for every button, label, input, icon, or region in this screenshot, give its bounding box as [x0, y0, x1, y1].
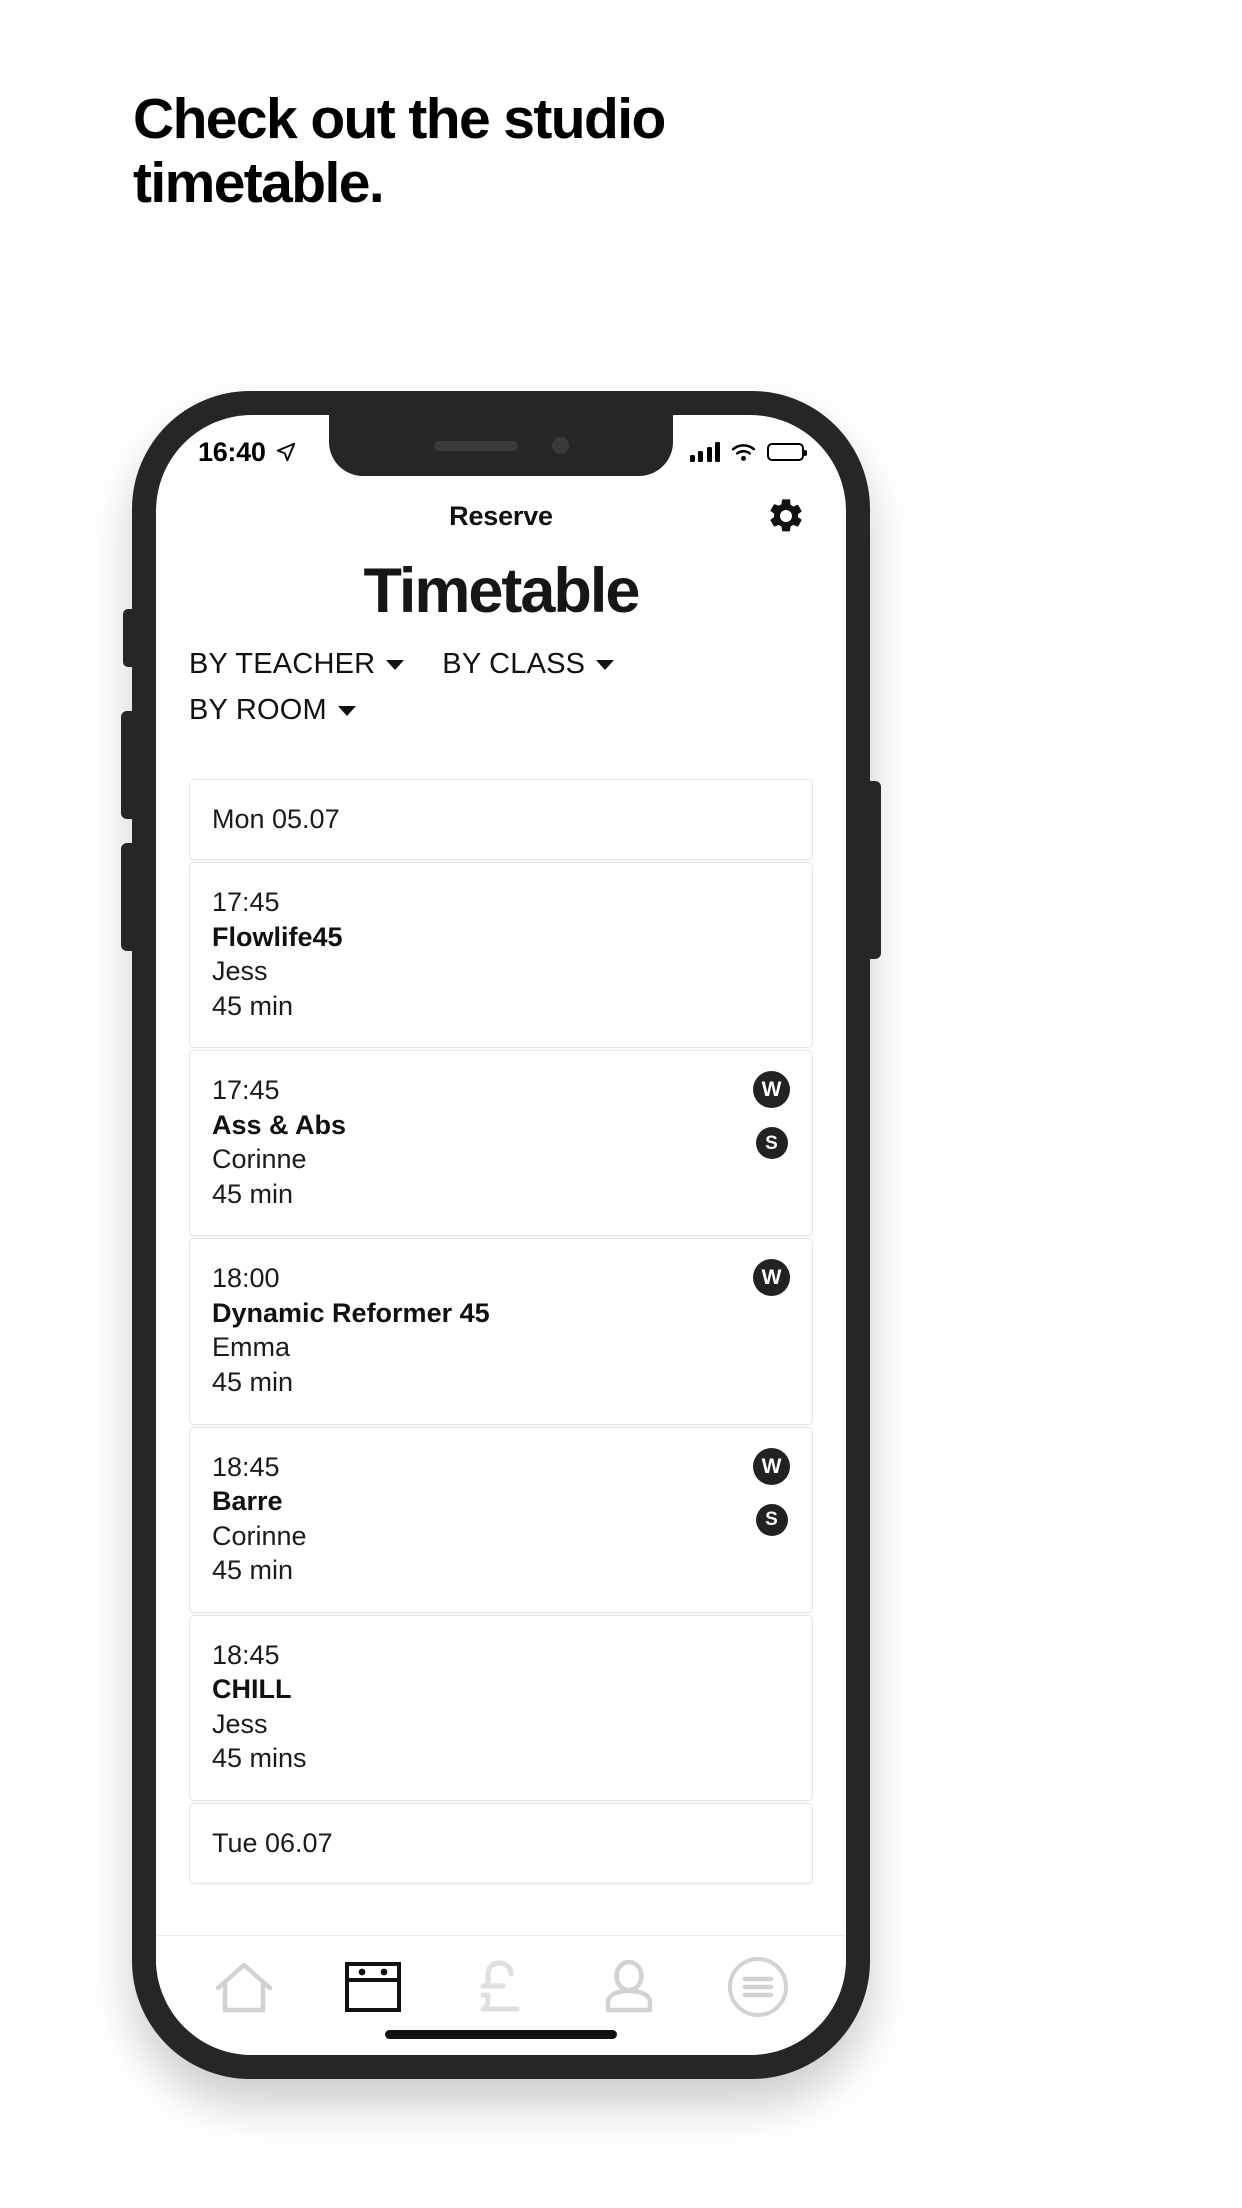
filter-by-class-label: BY CLASS	[442, 648, 586, 680]
class-duration: 45 min	[212, 1367, 294, 1398]
timetable-class-card[interactable]: 17:45 Flowlife45 Jess 45 min	[189, 862, 813, 1049]
phone-device-frame: 16:40 Reserve Timetable BY TEACHER BY CL…	[121, 391, 881, 2079]
filter-by-room[interactable]: BY ROOM	[189, 694, 356, 727]
battery-icon	[767, 443, 807, 461]
power-button	[869, 781, 881, 959]
status-bar-right	[689, 434, 807, 462]
status-bar-left: 16:40	[198, 429, 297, 468]
timetable-list[interactable]: Mon 05.07 17:45 Flowlife45 Jess 45 min 17:45 A…	[189, 779, 813, 1935]
class-badges: WS	[753, 1071, 790, 1160]
page-title: Timetable	[363, 556, 641, 626]
status-bar-time: 16:40	[198, 436, 266, 467]
class-duration: 45 min	[212, 990, 294, 1021]
class-duration: 45 min	[212, 1178, 294, 1209]
filter-by-class[interactable]: BY CLASS	[442, 648, 615, 681]
class-duration: 45 min	[212, 1555, 294, 1586]
chevron-down-icon	[386, 659, 405, 670]
timetable-class-card[interactable]: 18:45 Barre Corinne 45 min W S	[189, 1426, 813, 1613]
class-teacher: Corinne	[212, 1520, 307, 1551]
calendar-icon	[344, 1961, 401, 2012]
earpiece-speaker	[433, 440, 518, 451]
timetable-day-header: Mon 05.07	[189, 779, 813, 860]
class-badges: WS	[753, 1447, 790, 1536]
class-time: 18:00	[212, 1263, 280, 1294]
timetable-class-card[interactable]: 17:45 Ass & Abs Corinne 45 min W S	[189, 1050, 813, 1237]
tab-schedule[interactable]	[327, 1951, 419, 2023]
class-teacher: Emma	[212, 1332, 291, 1363]
class-time: 17:45	[212, 1075, 280, 1106]
filter-by-room-label: BY ROOM	[189, 694, 327, 726]
gear-icon[interactable]	[766, 496, 806, 536]
wifi-icon	[731, 443, 756, 461]
class-teacher: Jess	[212, 956, 268, 987]
home-icon	[215, 1962, 273, 2012]
tab-home[interactable]	[198, 1951, 290, 2023]
timetable-class-card[interactable]: 18:00 Dynamic Reformer 45 Emma 45 min W	[189, 1238, 813, 1425]
filter-by-teacher-label: BY TEACHER	[189, 648, 376, 680]
status-badge: S	[755, 1503, 788, 1536]
status-badge: S	[755, 1127, 788, 1160]
day-header-date: Mon 05.07	[212, 804, 340, 834]
volume-down-button	[121, 843, 133, 951]
front-camera	[551, 437, 569, 454]
notch	[329, 415, 673, 476]
timetable-class-card[interactable]: 18:45 CHILL Jess 45 mins	[189, 1614, 813, 1801]
day-header-date: Tue 06.07	[212, 1827, 333, 1858]
class-time: 17:45	[212, 887, 280, 917]
class-name: Ass & Abs	[212, 1109, 347, 1140]
tab-payments[interactable]	[455, 1951, 547, 2023]
class-time: 18:45	[212, 1639, 280, 1670]
status-badge: W	[753, 1259, 790, 1297]
class-name: Flowlife45	[212, 921, 343, 952]
promo-heading: Check out the studio timetable.	[133, 87, 666, 215]
person-icon	[606, 1959, 653, 2012]
class-name: Dynamic Reformer 45	[212, 1297, 490, 1328]
class-name: Barre	[212, 1486, 283, 1517]
filter-by-teacher[interactable]: BY TEACHER	[189, 648, 405, 681]
class-name: CHILL	[212, 1674, 292, 1705]
phone-screen: 16:40 Reserve Timetable BY TEACHER BY CL…	[156, 415, 846, 2055]
tab-menu[interactable]	[712, 1951, 804, 2023]
hamburger-circle-icon	[727, 1956, 788, 2017]
volume-up-button	[121, 711, 133, 819]
location-arrow-icon	[276, 442, 295, 462]
timetable-day-header: Tue 06.07	[189, 1802, 813, 1884]
cellular-signal-icon	[689, 442, 720, 462]
pound-sterling-icon	[480, 1959, 520, 2012]
class-time: 18:45	[212, 1451, 280, 1482]
class-teacher: Corinne	[212, 1144, 307, 1175]
app-header-title: Reserve	[449, 500, 553, 531]
tab-account[interactable]	[583, 1951, 675, 2023]
chevron-down-icon	[337, 705, 356, 716]
status-badge: W	[753, 1447, 790, 1485]
home-indicator	[385, 2030, 617, 2039]
mute-switch	[123, 609, 133, 667]
filter-row: BY TEACHER BY CLASS BY ROOM	[189, 648, 813, 727]
app-header: Reserve	[156, 481, 846, 551]
status-badge: W	[753, 1071, 790, 1109]
class-teacher: Jess	[212, 1708, 268, 1739]
class-duration: 45 mins	[212, 1743, 307, 1774]
chevron-down-icon	[596, 659, 615, 670]
class-badges: W	[753, 1259, 790, 1297]
